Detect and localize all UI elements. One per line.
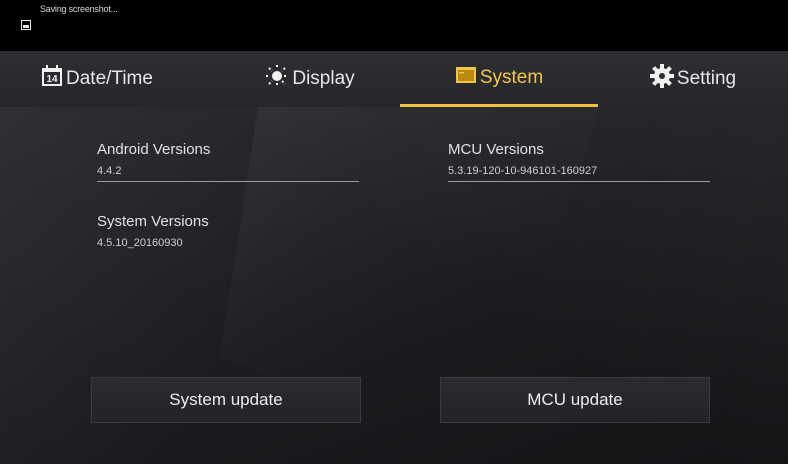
tab-setting[interactable]: Setting	[598, 51, 788, 107]
system-icon	[455, 66, 477, 90]
system-update-button[interactable]: System update	[91, 377, 361, 423]
android-version-title: Android Versions	[97, 141, 211, 158]
gear-icon	[649, 64, 674, 94]
system-panel: Android Versions 4.4.2 MCU Versions 5.3.…	[0, 107, 788, 464]
system-version-title: System Versions	[97, 213, 209, 230]
tab-display[interactable]: Display	[220, 51, 400, 107]
calendar-icon: 14	[41, 65, 63, 93]
system-version-value: 4.5.10_20160930	[97, 237, 183, 249]
divider	[448, 181, 710, 182]
tab-system[interactable]: System	[400, 51, 598, 107]
status-bar: Saving screenshot...	[0, 0, 788, 51]
mcu-version-value: 5.3.19-120-10-946101-160927	[448, 165, 598, 177]
screenshot-icon	[21, 20, 31, 30]
tab-system-label: System	[479, 66, 544, 88]
tab-bar: 14 Date/Time Display System Setting	[0, 51, 788, 107]
calendar-day: 14	[46, 74, 58, 85]
tab-display-label: Display	[292, 68, 355, 89]
tab-date-time[interactable]: 14 Date/Time	[21, 51, 221, 107]
status-notification: Saving screenshot...	[40, 4, 118, 14]
android-version-field: Android Versions 4.4.2	[97, 141, 359, 182]
mcu-version-field: MCU Versions 5.3.19-120-10-946101-160927	[448, 141, 710, 182]
divider	[97, 181, 359, 182]
system-version-field: System Versions 4.5.10_20160930	[97, 213, 359, 249]
sun-icon	[265, 64, 289, 94]
tab-date-time-label: Date/Time	[66, 68, 153, 89]
mcu-update-button[interactable]: MCU update	[440, 377, 710, 423]
screen: Saving screenshot... 14 Date/Time Displa…	[0, 0, 788, 464]
mcu-version-title: MCU Versions	[448, 141, 544, 158]
android-version-value: 4.4.2	[97, 165, 122, 177]
tab-setting-label: Setting	[676, 68, 737, 89]
